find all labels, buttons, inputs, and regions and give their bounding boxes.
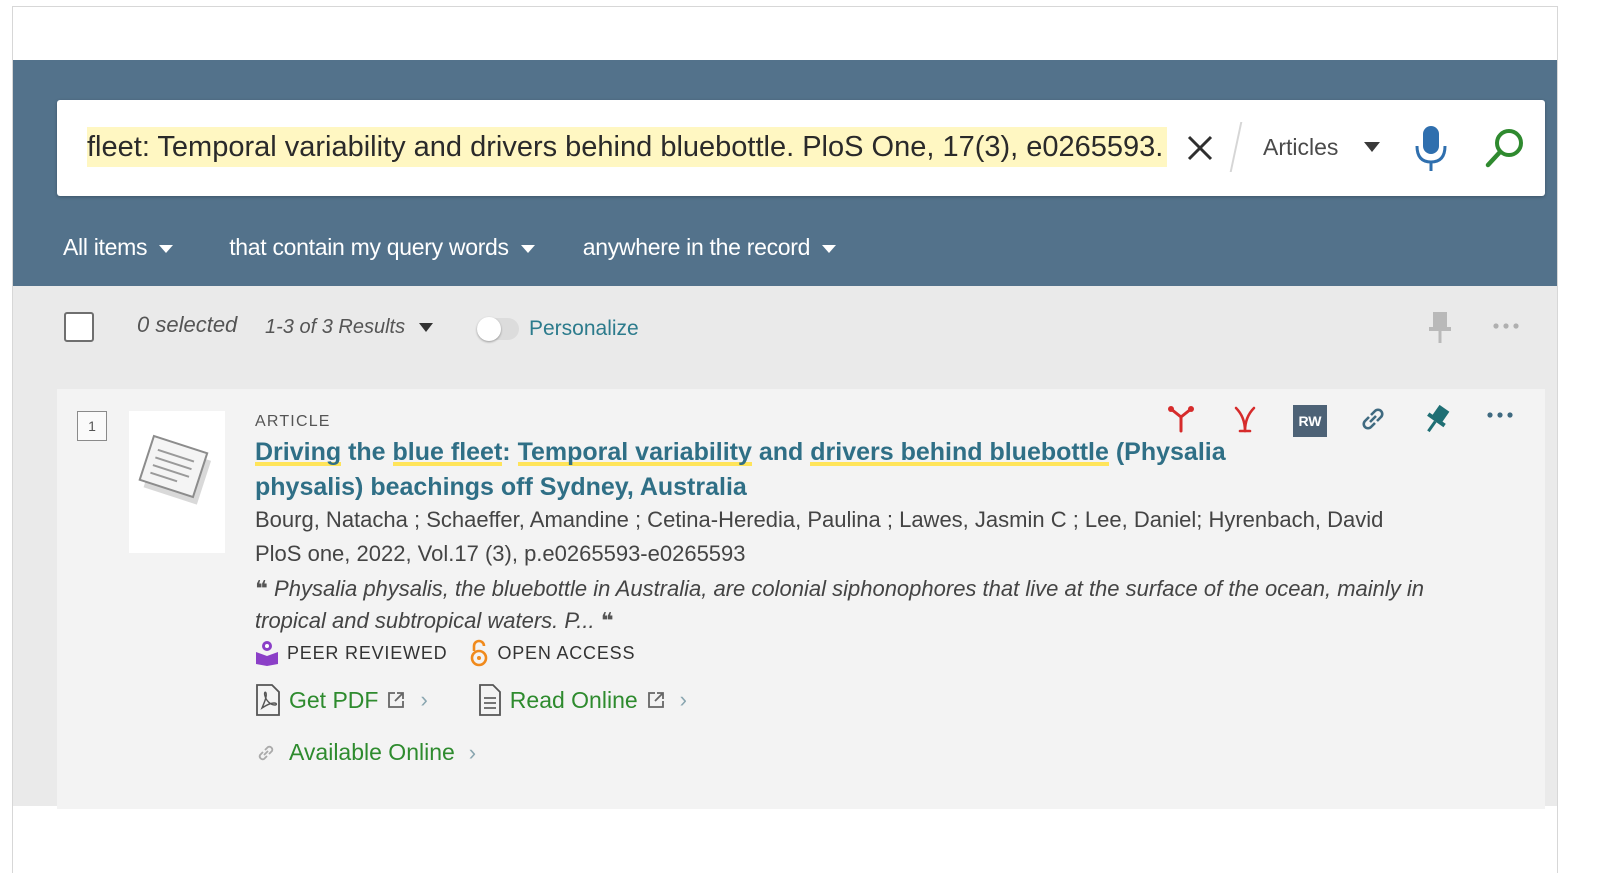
more-icon[interactable]	[1485, 403, 1515, 427]
read-online-link[interactable]: Read Online ›	[478, 684, 687, 716]
search-divider	[1229, 122, 1243, 172]
scope-label: Articles	[1263, 133, 1339, 160]
title-term: blue fleet	[392, 438, 503, 466]
results-count-dropdown[interactable]: 1-3 of 3 Results	[265, 316, 434, 339]
result-thumbnail	[129, 411, 225, 553]
external-link-icon	[388, 692, 405, 708]
chevron-right-icon: ›	[420, 687, 428, 712]
link-icon[interactable]	[1357, 403, 1389, 435]
search-icon[interactable]	[1483, 126, 1527, 170]
results-area: 0 selected 1-3 of 3 Results Personalize …	[13, 286, 1557, 809]
chevron-right-icon: ›	[679, 687, 687, 712]
email-icon[interactable]	[1231, 403, 1259, 435]
title-term: Temporal variability	[517, 438, 752, 466]
filter-match-label: that contain my query words	[229, 233, 509, 260]
title-text: and	[751, 438, 811, 466]
article-thumbnail-icon	[138, 434, 212, 505]
available-online-link[interactable]: Available Online ›	[255, 739, 476, 766]
chevron-down-icon	[822, 244, 837, 253]
refworks-button[interactable]: RW	[1293, 405, 1327, 437]
page-frame: fleet: Temporal variability and drivers …	[12, 6, 1558, 873]
chevron-down-icon	[419, 323, 434, 332]
quote-icon: ❝	[255, 576, 268, 601]
peer-reviewed-badge: PEER REVIEWED	[255, 640, 447, 666]
quote-icon: ❝	[600, 608, 614, 633]
available-online-label: Available Online	[289, 739, 455, 765]
peer-reviewed-label: PEER REVIEWED	[287, 642, 448, 663]
get-pdf-label: Get PDF	[289, 686, 379, 713]
read-online-label: Read Online	[509, 686, 638, 713]
filter-match-dropdown[interactable]: that contain my query words	[229, 234, 535, 261]
personalize-toggle[interactable]	[477, 317, 519, 341]
search-input[interactable]: fleet: Temporal variability and drivers …	[87, 127, 1168, 167]
title-text: :	[502, 438, 518, 466]
chevron-down-icon	[520, 244, 535, 253]
filter-items-dropdown[interactable]: All items	[63, 233, 174, 261]
selected-count: 0 selected	[137, 312, 238, 337]
select-all-checkbox[interactable]	[64, 312, 94, 342]
resource-type: ARTICLE	[255, 413, 331, 430]
title-term: drivers behind bluebottle	[810, 438, 1109, 466]
get-pdf-link[interactable]: Get PDF ›	[255, 684, 428, 716]
pin-icon[interactable]	[1427, 310, 1453, 344]
open-access-icon	[471, 639, 488, 667]
result-title-link[interactable]: Driving the blue fleet: Temporal variabi…	[255, 435, 1255, 505]
result-badges: PEER REVIEWED OPEN ACCESS	[255, 639, 635, 667]
pdf-icon	[256, 684, 280, 716]
personalize-label[interactable]: Personalize	[529, 317, 639, 341]
pin-icon[interactable]	[1421, 403, 1453, 437]
external-link-icon	[647, 692, 664, 708]
availability-links: Available Online ›	[255, 739, 476, 766]
result-authors: Bourg, Natacha ; Schaeffer, Amandine ; C…	[255, 507, 1384, 532]
document-icon	[478, 684, 501, 716]
results-count-label: 1-3 of 3 Results	[265, 316, 406, 338]
search-header: fleet: Temporal variability and drivers …	[13, 60, 1557, 286]
search-box[interactable]: fleet: Temporal variability and drivers …	[57, 100, 1545, 196]
result-source: PloS one, 2022, Vol.17 (3), p.e0265593-e…	[255, 541, 746, 566]
toggle-knob	[477, 317, 501, 341]
peer-reviewed-icon	[256, 641, 278, 666]
result-index: 1	[77, 411, 107, 441]
cite-icon[interactable]	[1167, 403, 1195, 435]
result-item[interactable]: 1 ARTICLE Driving the blue fleet: Tempor…	[57, 389, 1545, 809]
filter-field-label: anywhere in the record	[582, 233, 811, 260]
filter-items-label: All items	[63, 233, 148, 260]
open-access-label: OPEN ACCESS	[497, 642, 636, 663]
clear-icon[interactable]	[1185, 130, 1215, 164]
access-links: Get PDF › Read Online ›	[255, 684, 687, 716]
link-icon	[258, 745, 274, 760]
open-access-badge: OPEN ACCESS	[469, 639, 635, 667]
title-term: Driving	[255, 438, 342, 466]
result-snippet: ❝ Physalia physalis, the bluebottle in A…	[255, 573, 1455, 637]
snippet-text: Physalia physalis, the bluebottle in Aus…	[255, 576, 1425, 633]
title-text: the	[341, 438, 393, 466]
search-filters: All items that contain my query words an…	[63, 232, 837, 262]
scope-dropdown[interactable]: Articles	[1263, 130, 1381, 164]
mic-icon[interactable]	[1413, 124, 1449, 174]
chevron-down-icon	[159, 244, 174, 253]
chevron-right-icon: ›	[468, 739, 477, 765]
filter-field-dropdown[interactable]: anywhere in the record	[582, 233, 837, 261]
more-icon[interactable]	[1491, 314, 1521, 338]
chevron-down-icon	[1364, 142, 1381, 152]
